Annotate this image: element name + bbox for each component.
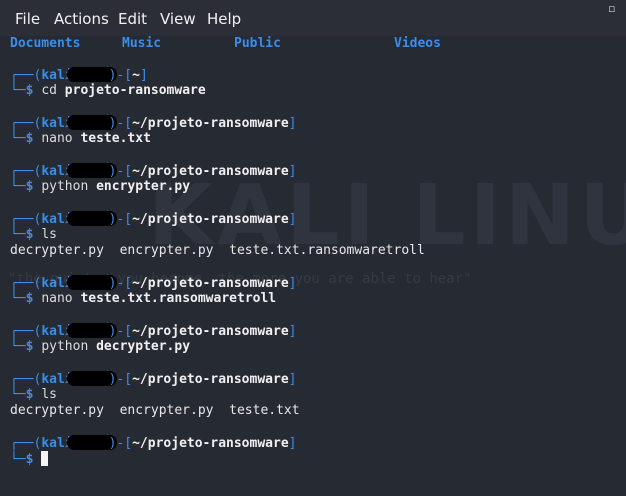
- prompt-dollar: $: [25, 452, 34, 467]
- dir-item: Documents: [10, 36, 81, 51]
- command-name: cd: [41, 83, 57, 98]
- command-line: └─$ ls: [10, 387, 57, 403]
- command-line: └─$ python decrypter.py: [10, 339, 190, 355]
- prompt-corner: └─: [10, 452, 26, 467]
- prompt-line: ┌──(kali)-[~/projeto-ransomware]: [10, 115, 296, 131]
- prompt-dollar: $: [25, 291, 34, 306]
- prompt-prefix: ┌──(: [10, 324, 42, 339]
- prompt-line: ┌──(kali)-[~/projeto-ransomware]: [10, 435, 296, 451]
- prompt-corner: └─: [10, 339, 26, 354]
- prompt-dollar: $: [25, 83, 34, 98]
- command-line: └─$ nano teste.txt.ransomwaretroll: [10, 291, 276, 307]
- dir-item: Public: [234, 36, 281, 51]
- prompt-corner: └─: [10, 83, 26, 98]
- prompt-prefix: ┌──(: [10, 68, 42, 83]
- prompt-dollar: $: [25, 179, 34, 194]
- prompt-close: ]: [139, 68, 148, 83]
- prompt-path: ~/projeto-ransomware: [132, 436, 289, 451]
- prompt-corner: └─: [10, 179, 26, 194]
- command-output: decrypter.py encrypter.py teste.txt.rans…: [10, 243, 425, 258]
- prompt-path: ~/projeto-ransomware: [132, 116, 289, 131]
- command-name: python: [41, 179, 89, 194]
- prompt-dollar: $: [25, 227, 34, 242]
- command-line: └─$ nano teste.txt: [10, 131, 151, 147]
- prompt-separator: )-[: [108, 212, 133, 227]
- prompt-separator: )-[: [108, 116, 133, 131]
- terminal-output[interactable]: Documents Music Public Videos ┌──(kali)-…: [0, 0, 626, 496]
- prompt-prefix: ┌──(: [10, 212, 42, 227]
- prompt-line: ┌──(kali)-[~/projeto-ransomware]: [10, 275, 296, 291]
- prompt-separator: )-[: [108, 372, 133, 387]
- command-name: ls: [41, 227, 57, 242]
- command-line: └─$ python encrypter.py: [10, 179, 190, 195]
- prompt-path: ~/projeto-ransomware: [132, 212, 289, 227]
- prompt-path: ~: [132, 68, 140, 83]
- prompt-separator: )-[: [108, 68, 133, 83]
- prompt-line: ┌──(kali)-[~/projeto-ransomware]: [10, 371, 296, 387]
- prompt-dollar: $: [25, 131, 34, 146]
- prompt-dollar: $: [25, 339, 34, 354]
- terminal-window[interactable]: File Actions Edit View Help ▫ KALI LINUX…: [0, 0, 626, 496]
- prompt-path: ~/projeto-ransomware: [132, 276, 289, 291]
- command-line: └─$ ls: [10, 227, 57, 243]
- prompt-separator: )-[: [108, 164, 133, 179]
- prompt-corner: └─: [10, 227, 26, 242]
- command-argument: teste.txt: [80, 131, 151, 146]
- command-name: ls: [41, 387, 57, 402]
- prompt-prefix: ┌──(: [10, 116, 42, 131]
- text-cursor[interactable]: [41, 451, 49, 466]
- command-name: python: [41, 339, 89, 354]
- prompt-close: ]: [288, 276, 297, 291]
- command-line: └─$ cd projeto-ransomware: [10, 83, 206, 99]
- prompt-dollar: $: [25, 387, 34, 402]
- prompt-close: ]: [288, 436, 297, 451]
- command-argument: teste.txt.ransomwaretroll: [80, 291, 277, 306]
- prompt-separator: )-[: [108, 436, 133, 451]
- prompt-line: ┌──(kali)-[~/projeto-ransomware]: [10, 323, 296, 339]
- dir-item: Videos: [394, 36, 441, 51]
- prompt-close: ]: [288, 324, 297, 339]
- prompt-prefix: ┌──(: [10, 436, 42, 451]
- prompt-line: ┌──(kali)-[~/projeto-ransomware]: [10, 211, 296, 227]
- command-argument: encrypter.py: [96, 179, 191, 194]
- prompt-close: ]: [288, 164, 297, 179]
- prompt-corner: └─: [10, 131, 26, 146]
- prompt-separator: )-[: [108, 324, 133, 339]
- prompt-close: ]: [288, 212, 297, 227]
- prompt-prefix: ┌──(: [10, 276, 42, 291]
- command-line: └─$: [10, 451, 49, 467]
- prompt-path: ~/projeto-ransomware: [132, 164, 289, 179]
- prompt-line: ┌──(kali)-[~]: [10, 67, 148, 83]
- prompt-corner: └─: [10, 387, 26, 402]
- dir-item: Music: [122, 36, 162, 51]
- command-name: nano: [41, 291, 73, 306]
- prompt-line: ┌──(kali)-[~/projeto-ransomware]: [10, 163, 296, 179]
- command-output: decrypter.py encrypter.py teste.txt: [10, 403, 300, 418]
- prompt-prefix: ┌──(: [10, 372, 42, 387]
- command-name: nano: [41, 131, 73, 146]
- command-argument: projeto-ransomware: [64, 83, 206, 98]
- prompt-path: ~/projeto-ransomware: [132, 324, 289, 339]
- prompt-close: ]: [288, 116, 297, 131]
- command-argument: decrypter.py: [96, 339, 191, 354]
- prompt-close: ]: [288, 372, 297, 387]
- prompt-path: ~/projeto-ransomware: [132, 372, 289, 387]
- prompt-prefix: ┌──(: [10, 164, 42, 179]
- prompt-corner: └─: [10, 291, 26, 306]
- prompt-separator: )-[: [108, 276, 133, 291]
